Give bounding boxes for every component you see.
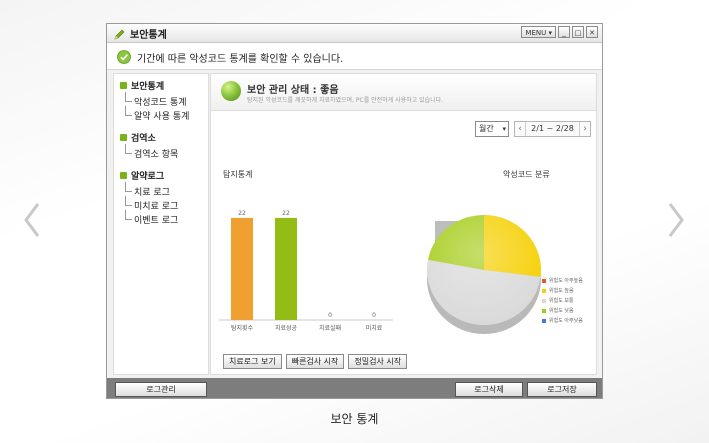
malware-pie-chart [411, 182, 591, 352]
legend-label: 위험도 아주낮음 [549, 318, 583, 324]
legend-item: 위험도 아주낮음 [542, 316, 583, 326]
sidebar-group-alyac-log[interactable]: 알약로그 [120, 169, 164, 182]
sidebar-item-quarantine-items[interactable]: 검역소 항목 [125, 144, 179, 160]
tree-line-icon [125, 92, 132, 102]
close-button[interactable]: ✕ [586, 26, 598, 38]
period-value: 월간 [479, 124, 494, 133]
window-title: 보안통계 [130, 30, 167, 41]
bar-category-label: 치료실패 [319, 324, 341, 332]
malware-class-title: 악성코드 분류 [503, 170, 550, 179]
sidebar-group-label: 보안통계 [131, 82, 165, 92]
quick-scan-button[interactable]: 빠른검사 시작 [285, 354, 345, 369]
pie-legend: 위험도 아주높음 위험도 높음 위험도 보통 위험도 낮음 위험도 아주낮음 [542, 276, 583, 326]
bar-category-label: 미치료 [366, 324, 383, 332]
sidebar-item-malware-stats[interactable]: 악성코드 통계 [125, 92, 187, 108]
app-window: 보안통계 MENU ▾ _ □ ✕ 기간에 따른 악성코드 통계를 확인할 수 … [106, 23, 603, 399]
check-circle-icon [117, 49, 131, 64]
sidebar-item-usage-stats[interactable]: 알약 사용 통계 [125, 106, 190, 122]
bar-category-label: 치료성공 [275, 324, 298, 332]
footer-bar: 로그관리 로그삭제 로그저장 [107, 378, 602, 398]
tree-line-icon [125, 210, 132, 220]
info-text: 기간에 따른 악성코드 통계를 확인할 수 있습니다. [137, 54, 344, 65]
minimize-button[interactable]: _ [558, 26, 570, 38]
bullet-icon [120, 172, 127, 179]
tree-line-icon [125, 144, 132, 154]
bar-data-label: 22 [238, 210, 246, 217]
page-caption: 보안 통계 [330, 412, 379, 426]
legend-swatch [542, 299, 546, 303]
legend-item: 위험도 아주높음 [542, 276, 583, 286]
chevron-right-icon[interactable] [666, 200, 686, 240]
range-next-button[interactable]: › [579, 122, 590, 136]
bar-data-label: 22 [282, 210, 290, 217]
menu-button[interactable]: MENU ▾ [521, 26, 556, 38]
range-text: 2/1 ~ 2/28 [531, 124, 574, 133]
detect-bar-chart: 22 탐지횟수 22 치료성공 0 치료실패 0 미치료 [219, 174, 393, 334]
sidebar-item-uncured-log[interactable]: 미치료 로그 [125, 196, 179, 212]
tree-line-icon [125, 106, 132, 116]
legend-swatch [542, 289, 546, 293]
maximize-button[interactable]: □ [572, 26, 584, 38]
info-bar: 기간에 따른 악성코드 통계를 확인할 수 있습니다. [107, 43, 602, 70]
sidebar-group-label: 검역소 [131, 134, 156, 144]
bar-data-label: 0 [372, 312, 376, 319]
full-scan-button[interactable]: 정밀검사 시작 [348, 354, 408, 369]
sidebar-item-label: 이벤트 로그 [134, 216, 179, 226]
pie-gloss [427, 215, 541, 325]
period-select[interactable]: 월간 ▾ [475, 121, 509, 137]
window-controls: MENU ▾ _ □ ✕ [521, 26, 598, 38]
log-manage-button[interactable]: 로그관리 [115, 382, 207, 397]
slideshow-stage: 보안통계 MENU ▾ _ □ ✕ 기간에 따른 악성코드 통계를 확인할 수 … [0, 0, 709, 443]
legend-item: 위험도 높음 [542, 286, 583, 296]
status-title: 보안 관리 상태 : 좋음 [247, 85, 339, 96]
status-header: 보안 관리 상태 : 좋음 탐지된 악성코드를 깨끗하게 치료하였으며, PC를… [211, 74, 596, 111]
sidebar-item-event-log[interactable]: 이벤트 로그 [125, 210, 179, 226]
sidebar-item-label: 검역소 항목 [134, 150, 179, 160]
chevron-down-icon: ▾ [502, 125, 506, 133]
menu-label: MENU [525, 29, 547, 37]
status-orb-icon [221, 81, 241, 101]
view-cure-log-button[interactable]: 치료로그 보기 [223, 354, 282, 369]
bar-category-label: 탐지횟수 [231, 324, 254, 332]
sidebar-item-label: 치료 로그 [134, 188, 170, 198]
log-delete-button[interactable]: 로그삭제 [455, 382, 523, 397]
legend-label: 위험도 높음 [549, 288, 574, 294]
legend-swatch [542, 319, 546, 323]
legend-item: 위험도 보통 [542, 296, 583, 306]
tree-line-icon [125, 182, 132, 192]
sidebar-group-security-stats[interactable]: 보안통계 [120, 79, 164, 92]
title-bar: 보안통계 MENU ▾ _ □ ✕ [107, 24, 602, 43]
pencil-icon [113, 26, 126, 40]
chevron-left-icon[interactable] [22, 200, 42, 240]
action-buttons: 치료로그 보기 빠른검사 시작 정밀검사 시작 [223, 354, 408, 369]
bar [231, 217, 253, 320]
legend-item: 위험도 낮음 [542, 306, 583, 316]
legend-swatch [542, 309, 546, 313]
legend-label: 위험도 아주높음 [549, 278, 583, 284]
sidebar-group-label: 알약로그 [131, 172, 165, 182]
sidebar: 보안통계 악성코드 통계 알약 사용 통계 검역소 검역소 항목 알약로그 치료… [113, 73, 209, 375]
range-prev-button[interactable]: ‹ [515, 122, 526, 136]
sidebar-item-label: 악성코드 통계 [134, 98, 187, 108]
sidebar-item-label: 미치료 로그 [134, 202, 179, 212]
main-content: 보안 관리 상태 : 좋음 탐지된 악성코드를 깨끗하게 치료하였으며, PC를… [210, 73, 597, 375]
bullet-icon [120, 82, 127, 89]
sidebar-group-quarantine[interactable]: 검역소 [120, 131, 156, 144]
sidebar-item-cure-log[interactable]: 치료 로그 [125, 182, 170, 198]
bar [275, 217, 297, 320]
legend-label: 위험도 낮음 [549, 308, 574, 314]
bar-data-label: 0 [328, 312, 332, 319]
bullet-icon [120, 134, 127, 141]
log-save-button[interactable]: 로그저장 [527, 382, 597, 397]
tree-line-icon [125, 196, 132, 206]
status-subtitle: 탐지된 악성코드를 깨끗하게 치료하였으며, PC를 안전하게 사용하고 있습니… [247, 97, 444, 104]
legend-swatch [542, 279, 546, 283]
date-range: ‹ 2/1 ~ 2/28 › [514, 121, 591, 137]
sidebar-item-label: 알약 사용 통계 [134, 112, 190, 122]
legend-label: 위험도 보통 [549, 298, 574, 304]
